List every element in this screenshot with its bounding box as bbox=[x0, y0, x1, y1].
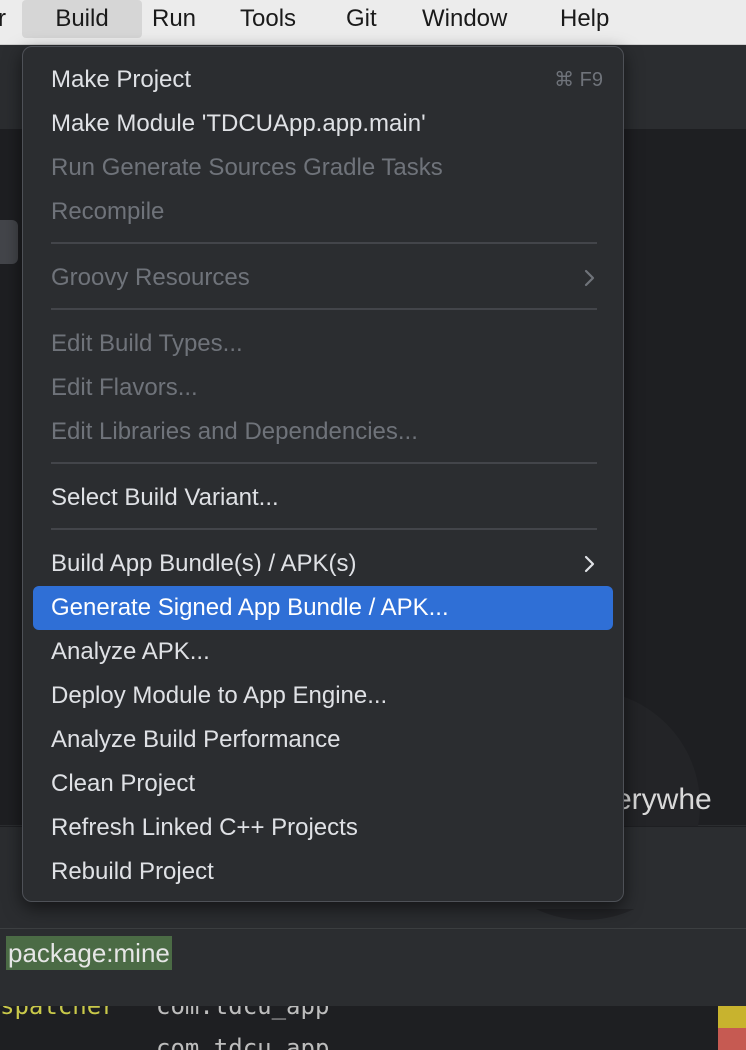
log-level-badge-warning bbox=[718, 1006, 746, 1028]
logcat-output: spatcher com.tdcu_app com.tdcu_app bbox=[0, 1006, 746, 1050]
menu-item-make-module[interactable]: Make Module 'TDCUApp.app.main' bbox=[33, 102, 613, 146]
menu-item-label: Run Generate Sources Gradle Tasks bbox=[51, 154, 443, 181]
menubar-item-git[interactable]: Git bbox=[346, 0, 377, 38]
menu-item-edit-build-types: Edit Build Types... bbox=[33, 322, 613, 366]
menu-item-make-project[interactable]: Make Project ⌘ F9 bbox=[33, 58, 613, 102]
menu-item-run-generate-sources: Run Generate Sources Gradle Tasks bbox=[33, 146, 613, 190]
menu-item-label: Refresh Linked C++ Projects bbox=[51, 814, 358, 841]
menubar-item-partial[interactable]: r bbox=[0, 0, 6, 38]
menu-separator bbox=[51, 462, 597, 464]
menu-bar: r Build Run Tools Git Window Help bbox=[0, 0, 746, 45]
menubar-item-window[interactable]: Window bbox=[422, 0, 507, 38]
menu-separator bbox=[51, 308, 597, 310]
menu-item-recompile: Recompile bbox=[33, 190, 613, 234]
menu-item-edit-libraries: Edit Libraries and Dependencies... bbox=[33, 410, 613, 454]
menu-item-label: Select Build Variant... bbox=[51, 484, 279, 511]
menu-item-deploy-app-engine[interactable]: Deploy Module to App Engine... bbox=[33, 674, 613, 718]
log-tag: spatcher bbox=[0, 1006, 116, 1020]
logcat-filter-input[interactable]: package:mine bbox=[6, 936, 172, 970]
menu-item-label: Recompile bbox=[51, 198, 165, 225]
menu-item-select-build-variant[interactable]: Select Build Variant... bbox=[33, 476, 613, 520]
menu-item-label: Analyze APK... bbox=[51, 638, 210, 665]
log-package: com.tdcu_app bbox=[156, 1006, 330, 1020]
chevron-right-icon bbox=[584, 269, 595, 287]
build-dropdown-menu: Make Project ⌘ F9 Make Module 'TDCUApp.a… bbox=[22, 46, 624, 902]
menu-item-analyze-build-performance[interactable]: Analyze Build Performance bbox=[33, 718, 613, 762]
menubar-item-build[interactable]: Build bbox=[22, 0, 142, 38]
log-level-badge-error bbox=[718, 1028, 746, 1050]
chevron-right-icon bbox=[584, 555, 595, 573]
menu-item-label: Edit Build Types... bbox=[51, 330, 243, 357]
menu-item-refresh-linked-cpp[interactable]: Refresh Linked C++ Projects bbox=[33, 806, 613, 850]
menu-item-analyze-apk[interactable]: Analyze APK... bbox=[33, 630, 613, 674]
menu-item-clean-project[interactable]: Clean Project bbox=[33, 762, 613, 806]
menu-item-build-app-bundle[interactable]: Build App Bundle(s) / APK(s) bbox=[33, 542, 613, 586]
menu-item-label: Build App Bundle(s) / APK(s) bbox=[51, 550, 357, 577]
menu-item-label: Analyze Build Performance bbox=[51, 726, 341, 753]
menu-item-label: Rebuild Project bbox=[51, 858, 214, 885]
menu-item-label: Groovy Resources bbox=[51, 264, 250, 291]
menu-item-groovy-resources: Groovy Resources bbox=[33, 256, 613, 300]
menubar-item-help[interactable]: Help bbox=[560, 0, 609, 38]
menu-item-label: Make Module 'TDCUApp.app.main' bbox=[51, 110, 426, 137]
left-tool-tab[interactable] bbox=[0, 220, 18, 264]
menu-item-label: Generate Signed App Bundle / APK... bbox=[51, 594, 449, 621]
menu-item-rebuild-project[interactable]: Rebuild Project bbox=[33, 850, 613, 894]
menu-separator bbox=[51, 242, 597, 244]
menu-item-generate-signed-bundle[interactable]: Generate Signed App Bundle / APK... bbox=[33, 586, 613, 630]
menu-separator bbox=[51, 528, 597, 530]
log-package: com.tdcu_app bbox=[156, 1034, 330, 1050]
menu-item-edit-flavors: Edit Flavors... bbox=[33, 366, 613, 410]
menubar-item-tools[interactable]: Tools bbox=[240, 0, 296, 38]
menu-item-label: Clean Project bbox=[51, 770, 196, 797]
menu-item-label: Make Project bbox=[51, 66, 192, 93]
menu-item-label: Deploy Module to App Engine... bbox=[51, 682, 388, 709]
keyboard-shortcut: ⌘ F9 bbox=[554, 69, 603, 91]
menubar-item-run[interactable]: Run bbox=[152, 0, 196, 38]
menu-item-label: Edit Libraries and Dependencies... bbox=[51, 418, 418, 445]
menu-item-label: Edit Flavors... bbox=[51, 374, 198, 401]
